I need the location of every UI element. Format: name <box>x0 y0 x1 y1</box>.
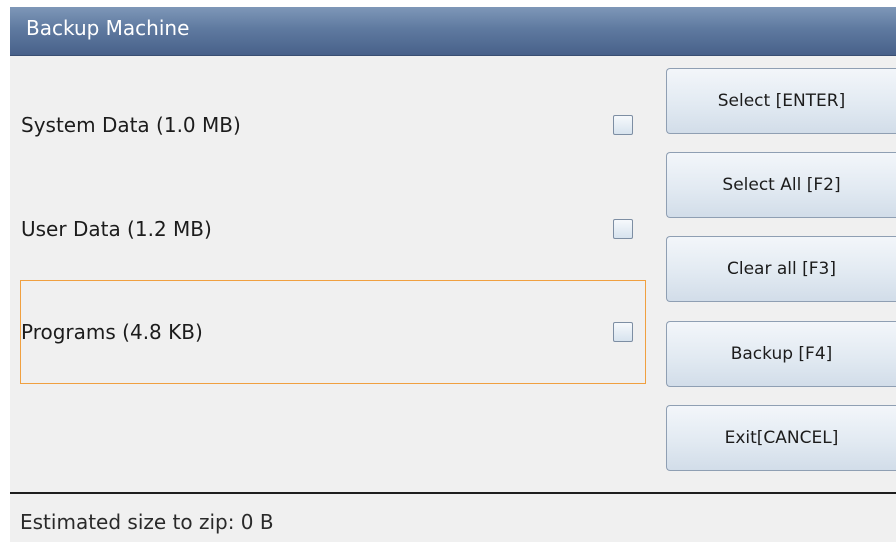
backup-button[interactable]: Backup [F4] <box>666 321 896 387</box>
clear-all-button[interactable]: Clear all [F3] <box>666 236 896 302</box>
exit-button[interactable]: Exit[CANCEL] <box>666 405 896 471</box>
item-programs[interactable]: Programs (4.8 KB) <box>20 280 646 384</box>
programs-checkbox[interactable] <box>613 322 633 342</box>
item-label: System Data (1.0 MB) <box>21 113 241 137</box>
item-label: User Data (1.2 MB) <box>21 217 212 241</box>
backup-machine-dialog: Backup Machine System Data (1.0 MB) User… <box>10 7 896 542</box>
select-button[interactable]: Select [ENTER] <box>666 68 896 134</box>
item-user-data[interactable]: User Data (1.2 MB) <box>20 177 646 281</box>
select-all-button[interactable]: Select All [F2] <box>666 152 896 218</box>
status-separator <box>10 492 896 494</box>
estimated-size-status: Estimated size to zip: 0 B <box>20 510 274 534</box>
user-data-checkbox[interactable] <box>613 219 633 239</box>
window-title: Backup Machine <box>26 16 190 40</box>
item-system-data[interactable]: System Data (1.0 MB) <box>20 73 646 177</box>
title-bar: Backup Machine <box>10 7 896 56</box>
item-label: Programs (4.8 KB) <box>21 320 203 344</box>
system-data-checkbox[interactable] <box>613 115 633 135</box>
